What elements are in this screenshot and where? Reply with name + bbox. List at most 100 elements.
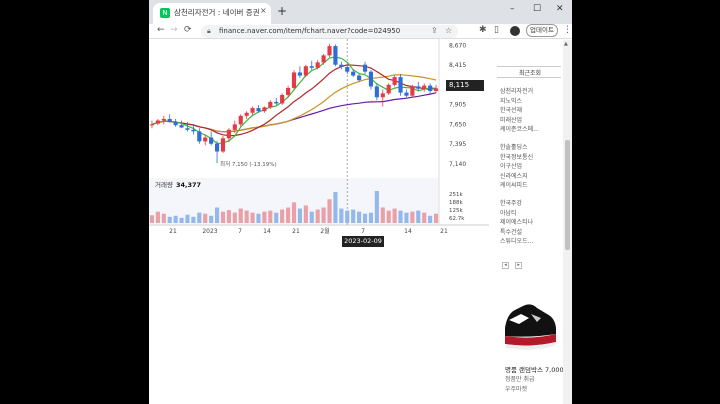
volume-bar: [386, 210, 391, 223]
volume-bar: [250, 212, 255, 223]
candle-body: [185, 128, 190, 130]
ad-subtitle: 정품만 취급: [505, 376, 535, 383]
recent-stock-item[interactable]: 지노믹스: [500, 96, 522, 105]
minimize-button[interactable]: –: [510, 4, 515, 14]
volume-bar: [274, 212, 279, 223]
volume-bar: [345, 210, 350, 223]
candle-body: [410, 86, 415, 96]
share-icon[interactable]: ⇪: [431, 26, 438, 35]
forward-arrow-icon[interactable]: →: [170, 25, 178, 35]
prev-page-button[interactable]: ◂: [502, 262, 509, 269]
candle-body: [404, 92, 409, 96]
price-axis-tick: 7,140: [449, 161, 466, 168]
ad-title[interactable]: 명품 랜덤박스 7,000원: [505, 364, 570, 374]
stock-chart[interactable]: 8,6708,4158,1607,9057,6507,3957,140최저 7,…: [149, 39, 489, 249]
recent-stock-item[interactable]: 한국주강: [500, 198, 522, 207]
volume-bar: [297, 208, 302, 223]
kebab-menu-icon[interactable]: ⋮: [563, 25, 572, 35]
recent-stock-item[interactable]: 케이씨피드: [500, 180, 528, 189]
url-text: finance.naver.com/item/fchart.naver?code…: [219, 27, 401, 35]
scroll-up-arrow-icon[interactable]: ▲: [564, 41, 568, 47]
candle-body: [244, 112, 249, 116]
candle-body: [321, 55, 326, 63]
candle-body: [214, 143, 220, 152]
chart-canvas[interactable]: 8,6708,4158,1607,9057,6507,3957,140최저 7,…: [149, 39, 489, 249]
ad-store: 우주마켓: [505, 386, 528, 393]
volume-value: 34,377: [176, 181, 201, 189]
browser-tab[interactable]: N 삼천리자전거 : 네이버 증권 ×: [153, 3, 271, 24]
new-tab-button[interactable]: +: [277, 5, 287, 17]
extensions-icon[interactable]: ✱: [479, 25, 487, 35]
price-axis-tick: 7,650: [449, 121, 466, 128]
x-axis-tick: 21: [169, 228, 177, 235]
browser-window: N 삼천리자전거 : 네이버 증권 × + – ☐ ✕ ← → ⟳ 🔒︎ fin…: [149, 0, 572, 404]
recent-stock-item[interactable]: 미래산업: [500, 115, 522, 124]
recent-stock-item[interactable]: 신라에스지: [500, 171, 528, 180]
sidebar-toggle-icon[interactable]: ▯: [494, 25, 499, 35]
candle-body: [209, 137, 214, 144]
back-arrow-icon[interactable]: ←: [157, 25, 165, 35]
tab-recent-views[interactable]: 최근조회: [519, 68, 541, 77]
candle-body: [226, 129, 231, 139]
lock-icon: 🔒︎: [207, 27, 211, 35]
address-bar[interactable]: 🔒︎ finance.naver.com/item/fchart.naver?c…: [201, 25, 458, 38]
recent-stock-item[interactable]: 한국선재: [500, 105, 522, 114]
profile-avatar[interactable]: [510, 26, 520, 36]
candle-body: [220, 138, 226, 152]
candle-body: [315, 62, 320, 68]
volume-bar: [149, 215, 155, 223]
update-button[interactable]: 업데이트: [526, 24, 558, 37]
volume-bar: [256, 213, 261, 223]
candle-body: [297, 72, 302, 76]
x-axis-tick: 7: [238, 228, 242, 235]
volume-bar: [422, 212, 427, 223]
candle-body: [327, 46, 332, 56]
min-price-label: 최저 7,150 (-13.19%): [220, 160, 277, 168]
volume-bar: [303, 205, 308, 223]
volume-bar: [321, 207, 326, 223]
reload-icon[interactable]: ⟳: [184, 25, 192, 35]
scrollbar-thumb[interactable]: [565, 140, 570, 250]
tab-close-icon[interactable]: ×: [260, 6, 267, 15]
volume-bar: [167, 216, 172, 223]
maximize-button[interactable]: ☐: [533, 4, 541, 14]
ad-banner[interactable]: 명품 랜덤박스 7,000원 정품만 취급 우주마켓: [497, 270, 570, 404]
volume-bar: [392, 208, 397, 223]
candle-body: [149, 124, 155, 126]
x-axis-tick: 21: [292, 228, 300, 235]
vertical-scrollbar[interactable]: ▲: [563, 40, 572, 404]
price-axis-tick: 7,395: [449, 141, 466, 148]
volume-bar: [398, 210, 403, 223]
volume-bar: [226, 210, 231, 223]
volume-bar: [185, 214, 190, 223]
recent-stock-item[interactable]: 제이에스티나: [500, 217, 533, 226]
address-toolbar: ← → ⟳ 🔒︎ finance.naver.com/item/fchart.n…: [149, 24, 572, 39]
current-price-tag: 8,115: [446, 80, 484, 91]
volume-bar: [286, 207, 291, 223]
candle-body: [392, 77, 397, 85]
bookmark-star-icon[interactable]: ☆: [445, 26, 452, 35]
candle-body: [167, 118, 172, 123]
close-window-button[interactable]: ✕: [556, 4, 564, 14]
recent-stock-item[interactable]: 이구산업: [500, 161, 522, 170]
price-axis-tick: 8,670: [449, 42, 466, 49]
naver-favicon-icon: N: [160, 8, 170, 18]
recent-stock-item[interactable]: 아남티: [500, 208, 517, 217]
recent-stock-item[interactable]: 스튜디오드...: [500, 236, 533, 245]
candle-body: [351, 71, 356, 76]
candle-body: [345, 67, 350, 72]
recent-stocks-sidebar: 최근조회 삼천리자전거 지노믹스 한국선재 미래산업 케이준코스메... 한솔홀딩스 한국정…: [497, 40, 563, 269]
recent-stock-item[interactable]: 케이준코스메...: [500, 124, 539, 133]
recent-stock-item[interactable]: 한국정보통신: [500, 152, 533, 161]
recent-stock-item[interactable]: 특수건설: [500, 227, 522, 236]
candle-body: [238, 115, 243, 125]
volume-bar: [357, 211, 362, 223]
volume-axis-tick: 62.7k: [449, 216, 465, 222]
candle-body: [291, 72, 297, 88]
next-page-button[interactable]: ▸: [515, 262, 523, 269]
candle-body: [362, 64, 368, 72]
recent-stock-item[interactable]: 한솔홀딩스: [500, 142, 528, 151]
volume-bar: [333, 192, 338, 223]
volume-bar: [416, 210, 421, 223]
recent-stock-item[interactable]: 삼천리자전거: [500, 86, 533, 95]
